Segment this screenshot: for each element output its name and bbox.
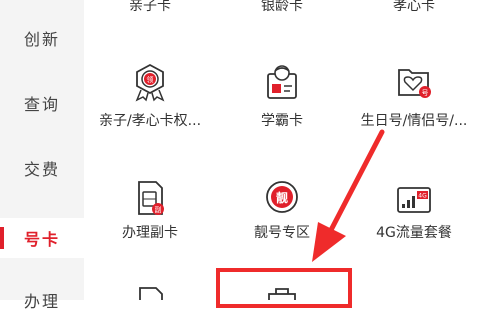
- grid-item-label: 生日号/情侣号/...: [360, 113, 468, 129]
- grid-item-card-rights[interactable]: 领 亲子/孝心卡权...: [84, 60, 216, 135]
- sidebar-item-label: 号卡: [23, 230, 60, 249]
- grid-item-4g-data-plan[interactable]: 4G 4G流量套餐: [348, 176, 480, 246]
- icon-badge-text: 副: [155, 205, 162, 214]
- sidebar-item-label: 查询: [23, 95, 60, 114]
- grid-item-special-number[interactable]: 号 生日号/情侣号/...: [348, 60, 480, 135]
- icon-badge-text: 靓: [276, 190, 288, 205]
- grid-item-label: 办理副卡: [122, 225, 178, 241]
- grid-item-label: 靓号专区: [254, 225, 310, 241]
- grid-item-premium-number[interactable]: 靓 靓号专区: [216, 176, 348, 246]
- grid-item-senior-card[interactable]: 银龄卡: [216, 0, 348, 20]
- service-grid: 亲子卡 银龄卡 孝心卡 领 亲子/孝心卡权... 学霸卡 号 生日号/情侣号/.…: [84, 0, 480, 300]
- grid-item-secondary-card[interactable]: 副 办理副卡: [84, 176, 216, 246]
- grid-item-label: 亲子卡: [129, 0, 171, 14]
- sidebar-item-innovation[interactable]: 创新: [0, 18, 84, 58]
- sidebar-item-label: 创新: [23, 30, 60, 49]
- grid-item-parent-child-card[interactable]: 亲子卡: [84, 0, 216, 20]
- annotation-highlight-box: [216, 268, 352, 308]
- grid-item-label: 亲子/孝心卡权...: [98, 113, 202, 129]
- grid-item-filial-card[interactable]: 孝心卡: [348, 0, 480, 20]
- 4g-data-icon: 4G: [397, 187, 431, 213]
- sidebar-item-payment[interactable]: 交费: [0, 148, 84, 188]
- active-indicator: [0, 227, 4, 249]
- icon-badge-text: 领: [147, 75, 154, 84]
- sidebar-item-handle[interactable]: 办理: [0, 280, 84, 320]
- document-icon: [139, 287, 163, 300]
- sidebar-item-label: 办理: [23, 292, 60, 311]
- grid-item-label: 银龄卡: [261, 0, 303, 14]
- student-card-icon: [267, 65, 297, 99]
- category-sidebar: 创新 查询 交费 号卡 办理: [0, 0, 84, 311]
- icon-badge-text: 号: [422, 89, 429, 97]
- sidebar-item-label: 交费: [23, 160, 60, 179]
- sim-card-icon: 副: [138, 181, 164, 215]
- sidebar-item-number-card[interactable]: 号卡: [0, 218, 84, 258]
- sidebar-item-query[interactable]: 查询: [0, 83, 84, 123]
- icon-badge-text: 4G: [418, 193, 427, 200]
- grid-item-label: 4G流量套餐: [376, 225, 452, 241]
- grid-item-label: 学霸卡: [261, 113, 303, 129]
- grid-item-label: 孝心卡: [393, 0, 435, 14]
- grid-item-student-card[interactable]: 学霸卡: [216, 60, 348, 135]
- heart-folder-icon: 号: [398, 69, 431, 98]
- special-number-icon: 靓: [266, 181, 298, 213]
- badge-ribbon-icon: 领: [135, 63, 165, 102]
